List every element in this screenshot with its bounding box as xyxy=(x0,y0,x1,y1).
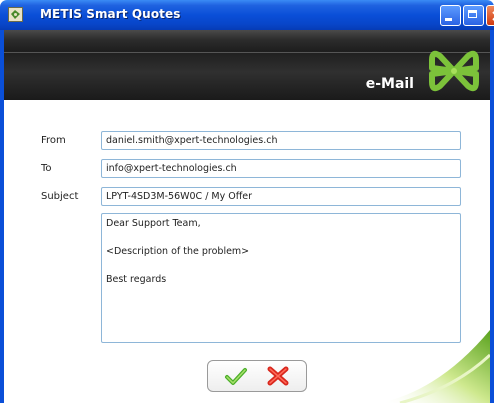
ok-button[interactable] xyxy=(224,365,248,387)
header-title: e-Mail xyxy=(365,76,414,92)
window-title: METIS Smart Quotes xyxy=(40,7,181,21)
subject-field[interactable]: LPYT-4SD3M-56W0C / My Offer xyxy=(101,187,461,206)
window-border-right xyxy=(490,30,494,403)
decorative-swoosh xyxy=(380,330,490,403)
title-bar: METIS Smart Quotes xyxy=(0,0,494,30)
close-icon[interactable] xyxy=(486,5,494,26)
maximize-icon[interactable] xyxy=(463,5,484,26)
dialog-button-group xyxy=(207,360,307,392)
to-field[interactable]: info@xpert-technologies.ch xyxy=(101,159,461,178)
to-label: To xyxy=(41,163,52,174)
app-icon[interactable] xyxy=(8,7,23,22)
minimize-icon[interactable] xyxy=(440,5,461,26)
from-label: From xyxy=(41,135,66,146)
body-line: Dear Support Team, xyxy=(106,218,201,229)
subject-label: Subject xyxy=(41,191,79,202)
cancel-button[interactable] xyxy=(266,365,290,387)
body-line: Best regards xyxy=(106,274,167,285)
green-clover-logo xyxy=(429,50,479,92)
body-line: <Description of the problem> xyxy=(106,246,250,257)
red-x-icon xyxy=(267,366,289,386)
checkmark-icon xyxy=(225,368,247,385)
from-field[interactable]: daniel.smith@xpert-technologies.ch xyxy=(101,131,461,150)
